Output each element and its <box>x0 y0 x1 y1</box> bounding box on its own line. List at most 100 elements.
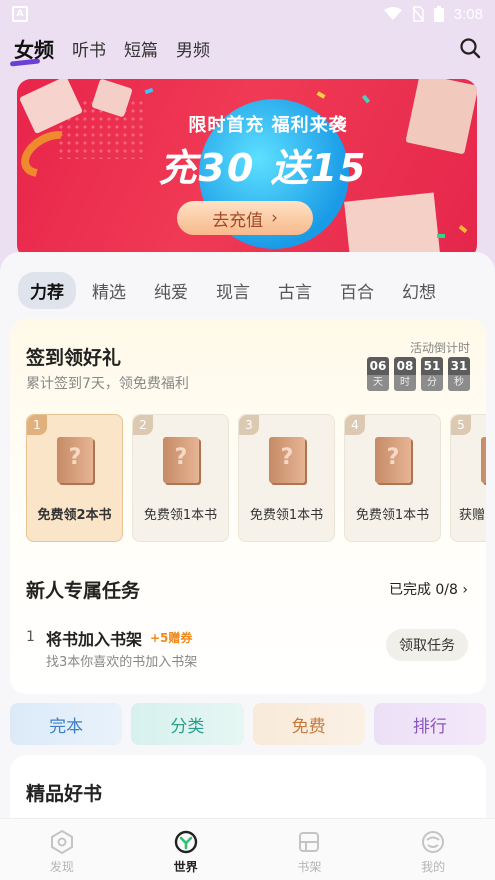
banner-confetti <box>458 224 468 234</box>
category-tab-yuri[interactable]: 百合 <box>328 272 386 309</box>
mystery-book-icon: ? <box>481 437 486 483</box>
recharge-button[interactable]: 去充值 › <box>177 201 313 235</box>
banner-paper-decoration <box>344 192 440 259</box>
quick-link-completed[interactable]: 完本 <box>10 703 123 745</box>
task-name: 将书加入书架 <box>46 630 143 649</box>
category-tab-featured[interactable]: 精选 <box>80 272 138 309</box>
category-tab-ancient-romance[interactable]: 古言 <box>266 272 324 309</box>
banner-headline: 限时首充 福利来袭 <box>188 115 348 136</box>
reward-day-3[interactable]: 3 ? 免费领1本书 <box>238 414 335 542</box>
tab-female[interactable]: 女频 <box>14 34 54 63</box>
mystery-book-glyph: ? <box>481 445 486 470</box>
banner-paper-decoration <box>405 79 477 155</box>
good-books-title: 精品好书 <box>26 783 103 805</box>
bottom-nav-label: 书架 <box>297 860 322 874</box>
signin-subtitle: 累计签到7天，领免费福利 <box>26 376 189 392</box>
wifi-icon <box>383 7 402 20</box>
newbie-tasks-title: 新人专属任务 <box>26 580 141 602</box>
bottom-nav: 发现 世界 书架 我的 <box>0 818 495 880</box>
category-tab-fantasy[interactable]: 幻想 <box>390 272 448 309</box>
signin-title: 签到领好礼 <box>26 347 122 369</box>
banner-confetti <box>144 87 154 95</box>
quick-link-categories[interactable]: 分类 <box>131 703 244 745</box>
bottom-nav-world[interactable]: 世界 <box>124 819 248 880</box>
bottom-nav-label: 发现 <box>49 860 74 874</box>
claim-task-button[interactable]: 领取任务 <box>386 629 468 661</box>
mystery-book-icon: ? <box>375 437 411 483</box>
bookshelf-icon <box>299 832 320 852</box>
reward-day-number: 5 <box>451 415 471 435</box>
tab-audiobook[interactable]: 听书 <box>72 36 106 61</box>
reward-day-number: 1 <box>27 415 47 435</box>
bottom-nav-label: 世界 <box>173 860 198 874</box>
reward-day-number: 2 <box>133 415 153 435</box>
bottom-nav-profile[interactable]: 我的 <box>371 819 495 880</box>
tasks-progress-link[interactable]: 已完成 0/8 › <box>389 579 468 599</box>
world-icon <box>174 830 197 854</box>
reward-label: 免费领1本书 <box>143 508 218 523</box>
countdown-hours: 08 时 <box>394 357 416 391</box>
recharge-button-label: 去充值 <box>212 210 264 231</box>
chevron-right-icon: › <box>462 582 468 598</box>
countdown-days: 06 天 <box>367 357 389 391</box>
reward-day-2[interactable]: 2 ? 免费领1本书 <box>132 414 229 542</box>
task-bonus-badge: +5赠券 <box>150 631 193 645</box>
reward-day-4[interactable]: 4 ? 免费领1本书 <box>344 414 441 542</box>
signin-card: 签到领好礼 累计签到7天，领免费福利 活动倒计时 06 天 08 时 51 分 31 秒… <box>10 319 486 694</box>
tab-short-stories[interactable]: 短篇 <box>124 36 158 61</box>
promo-banner[interactable]: 限时首充 福利来袭 充30 送15 去充值 › <box>17 79 477 259</box>
reward-label: 免费领2本书 <box>37 508 112 523</box>
clock: 3:08 <box>453 5 483 23</box>
countdown-value: 51 <box>421 357 443 375</box>
mystery-book-icon: ? <box>57 437 93 483</box>
quick-link-free[interactable]: 免费 <box>252 703 365 745</box>
banner-confetti <box>361 94 371 104</box>
mystery-book-icon: ? <box>163 437 199 483</box>
countdown-minutes: 51 分 <box>421 357 443 391</box>
countdown-value: 31 <box>448 357 470 375</box>
bottom-nav-label: 我的 <box>421 860 446 874</box>
bottom-nav-bookshelf[interactable]: 书架 <box>248 819 372 880</box>
bottom-nav-discover[interactable]: 发现 <box>0 819 124 880</box>
reward-label: 免费领1本书 <box>249 508 324 523</box>
reward-day-5[interactable]: 5 ? 获赠 <box>450 414 486 542</box>
mystery-book-glyph: ? <box>280 445 294 470</box>
mystery-book-icon: ? <box>269 437 305 483</box>
countdown-unit: 天 <box>367 375 389 391</box>
reward-day-number: 4 <box>345 415 365 435</box>
countdown-label: 活动倒计时 <box>409 341 470 355</box>
profile-icon <box>422 831 445 853</box>
reward-day-1[interactable]: 1 ? 免费领2本书 <box>26 414 123 542</box>
banner-offer: 充30 送15 <box>158 146 368 190</box>
mystery-book-glyph: ? <box>174 445 188 470</box>
countdown-unit: 时 <box>394 375 416 391</box>
reward-label: 获赠 <box>459 508 486 523</box>
tasks-progress-text: 已完成 0/8 <box>388 582 458 598</box>
no-sim-icon <box>412 6 424 22</box>
category-tab-recommended[interactable]: 力荐 <box>18 272 76 309</box>
quick-links: 完本 分类 免费 排行 <box>10 703 486 745</box>
banner-confetti <box>316 91 326 99</box>
battery-icon <box>433 6 444 22</box>
chevron-right-icon: › <box>271 208 278 228</box>
mystery-book-glyph: ? <box>386 445 400 470</box>
countdown-value: 06 <box>367 357 389 375</box>
task-description: 找3本你喜欢的书加入书架 <box>46 655 198 670</box>
category-tabs: 力荐 精选 纯爱 现言 古言 百合 幻想 <box>18 272 452 309</box>
status-bar: A 3:08 <box>0 0 495 28</box>
countdown-seconds: 31 秒 <box>448 357 470 391</box>
discover-icon <box>50 829 73 855</box>
category-tab-modern-romance[interactable]: 现言 <box>204 272 262 309</box>
category-tab-pure-love[interactable]: 纯爱 <box>142 272 200 309</box>
countdown-unit: 秒 <box>448 375 470 391</box>
banner-confetti <box>437 234 445 238</box>
reward-day-number: 3 <box>239 415 259 435</box>
signin-rewards-list: 1 ? 免费领2本书 2 ? 免费领1本书 3 ? 免费领1本书 4 ? 免费领… <box>26 414 486 544</box>
app-notification-icon: A <box>12 6 28 22</box>
mystery-book-glyph: ? <box>68 445 82 470</box>
search-icon[interactable] <box>459 37 481 59</box>
countdown-timer: 06 天 08 时 51 分 31 秒 <box>367 357 470 391</box>
quick-link-rankings[interactable]: 排行 <box>373 703 486 745</box>
countdown-unit: 分 <box>421 375 443 391</box>
tab-male[interactable]: 男频 <box>176 36 210 61</box>
